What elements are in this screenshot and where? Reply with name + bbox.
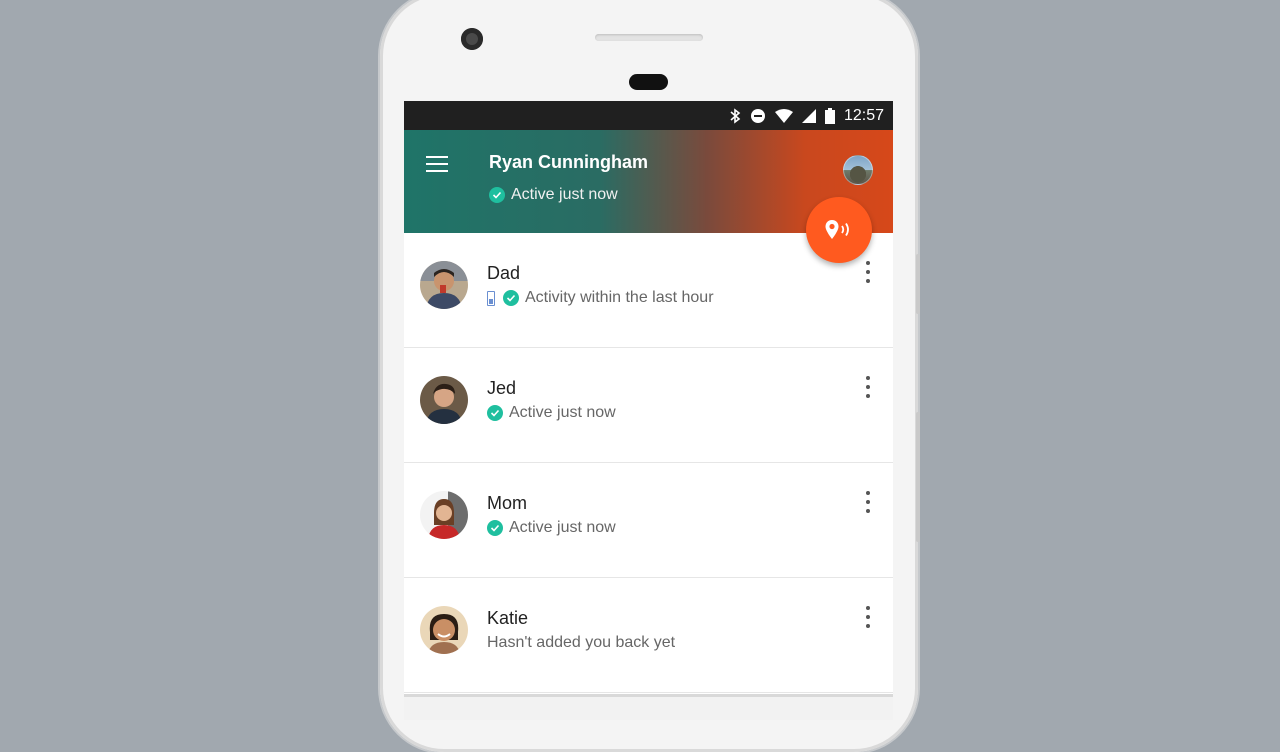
more-options-icon[interactable] [865,491,871,513]
front-camera [461,28,483,50]
more-options-icon[interactable] [865,606,871,628]
share-location-button[interactable] [806,197,872,263]
proximity-sensor [629,74,668,90]
contact-name: Katie [487,608,529,628]
avatar [420,376,468,424]
volume-button [916,254,920,314]
avatar [420,491,468,539]
contact-list: Dad Activity within the last hour Jed Ac… [404,233,893,697]
contact-status-text: Activity within the last hour [525,289,714,306]
active-check-icon [487,405,503,421]
contact-status-text: Active just now [509,404,616,421]
contact-row-katie[interactable]: Katie Hasn't added you back yet [404,578,893,693]
contact-status: Active just now [487,404,616,422]
contact-status: Active just now [487,519,616,537]
active-check-icon [489,187,505,203]
contact-row-jed[interactable]: Jed Active just now [404,348,893,463]
header-status-text: Active just now [511,186,618,203]
contact-row-mom[interactable]: Mom Active just now [404,463,893,578]
more-options-icon[interactable] [865,376,871,398]
header-user-name: Ryan Cunningham [489,152,649,172]
header-user-status: Active just now [489,186,618,204]
wifi-icon [774,108,793,123]
contact-name: Jed [487,378,517,398]
contact-status-text: Hasn't added you back yet [487,634,676,651]
do-not-disturb-icon [750,108,766,124]
contact-status: Activity within the last hour [487,289,714,307]
location-share-icon [825,220,849,239]
more-options-icon[interactable] [865,261,871,283]
profile-avatar[interactable] [843,155,873,185]
power-button [916,412,920,542]
menu-icon[interactable] [426,156,448,172]
phone-battery-icon [487,290,495,306]
signal-icon [801,108,816,123]
active-check-icon [503,290,519,306]
status-time: 12:57 [843,106,884,124]
status-bar: 12:57 [404,101,893,130]
contact-status: Hasn't added you back yet [487,634,675,652]
active-check-icon [487,520,503,536]
contact-status-text: Active just now [509,519,616,536]
avatar [420,606,468,654]
contact-name: Dad [487,263,521,283]
avatar [420,261,468,309]
earpiece-speaker [595,34,703,41]
battery-icon [824,107,835,124]
app-screen: 12:57 Ryan Cunningham Active just now Da… [404,101,893,720]
bluetooth-icon [729,107,741,124]
contact-name: Mom [487,493,527,513]
list-divider [404,694,893,697]
